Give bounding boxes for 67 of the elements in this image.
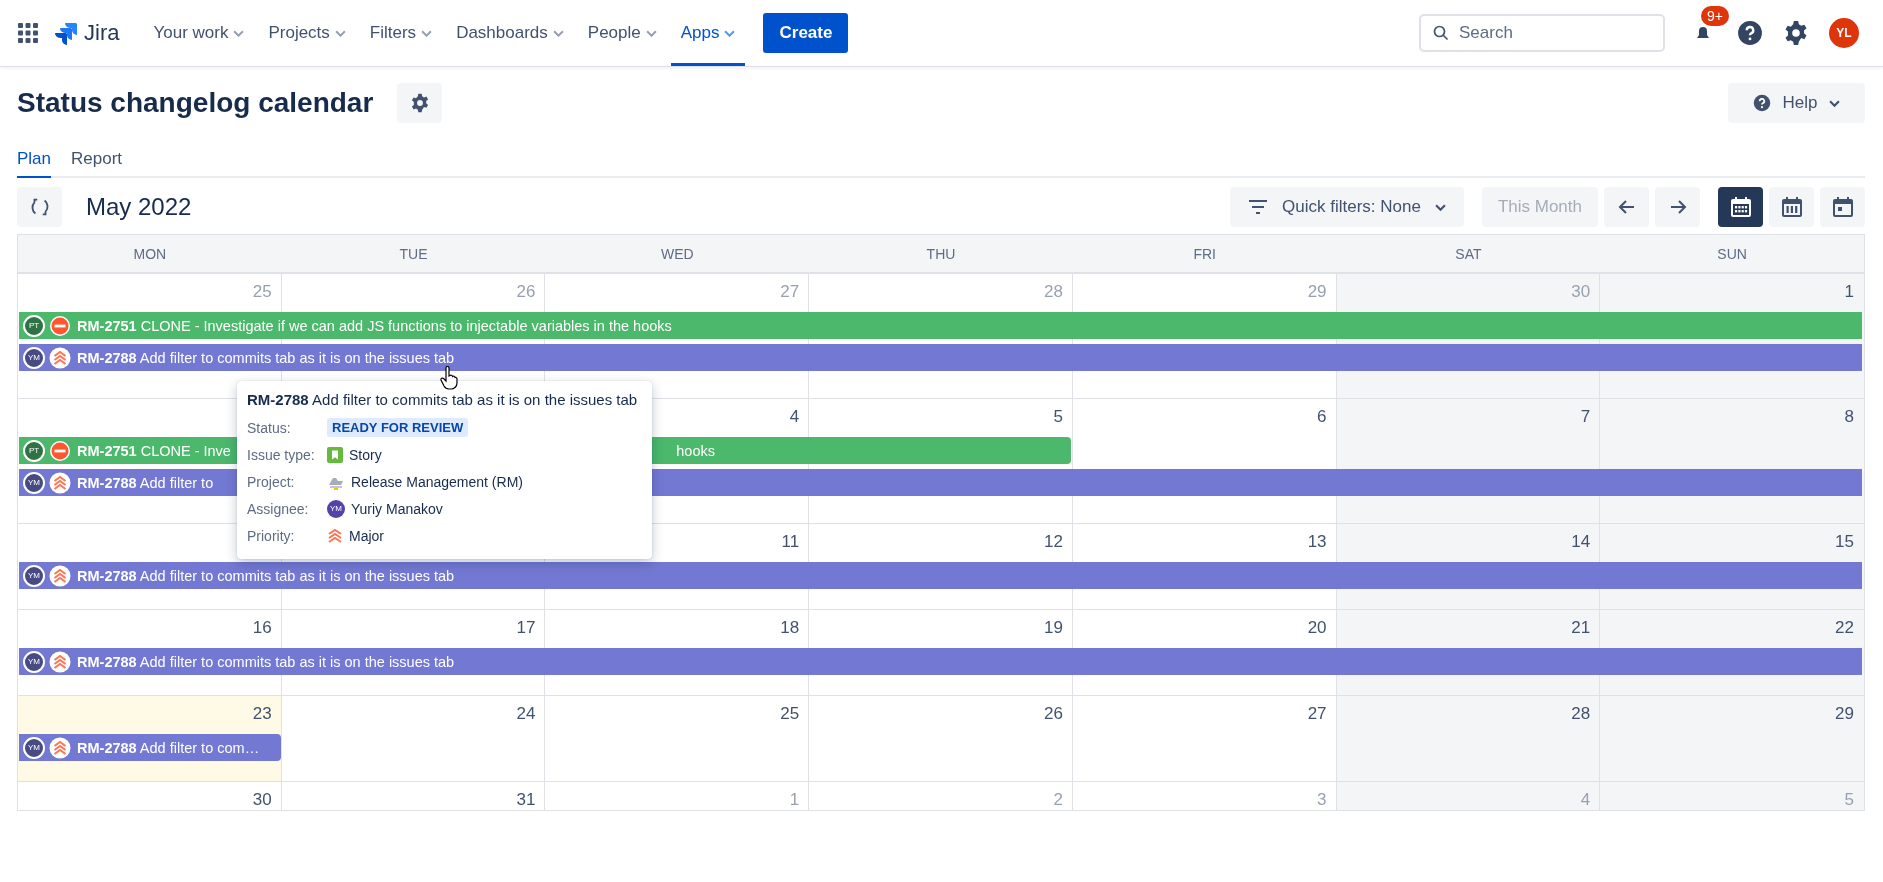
day-number: 1 xyxy=(1844,282,1854,302)
field-label: Assignee: xyxy=(247,500,310,517)
day-number: 11 xyxy=(781,532,800,552)
day-number: 4 xyxy=(1580,790,1591,810)
day-number: 28 xyxy=(1571,704,1591,724)
day-number: 29 xyxy=(1307,282,1327,302)
day-number: 7 xyxy=(1580,407,1591,427)
event-title: RM-2788 Add filter to commits tab as it is on the issues tab xyxy=(77,653,455,670)
page-title: Status changelog calendar xyxy=(17,87,374,119)
notification-badge: 9+ xyxy=(1701,6,1729,26)
day-number: 26 xyxy=(516,282,536,302)
event-title: RM-2751 CLONE - Inve xyxy=(77,442,231,459)
weekday-header: SAT xyxy=(1454,244,1483,264)
weekday-header: SUN xyxy=(1716,244,1748,264)
day-number: 22 xyxy=(1835,618,1854,638)
day-number: 20 xyxy=(1307,618,1327,638)
assignee-avatar: YM xyxy=(327,499,345,518)
day-number: 3 xyxy=(1317,790,1327,810)
day-number: 30 xyxy=(252,790,272,810)
day-number: 27 xyxy=(1307,704,1327,724)
day-number: 5 xyxy=(1053,407,1063,427)
day-number: 26 xyxy=(1043,704,1063,724)
day-number: 21 xyxy=(1571,618,1591,638)
day-number: 12 xyxy=(1043,532,1063,552)
event-title: RM-2788 Add filter to commits tab as it is on the issues tab xyxy=(77,349,455,366)
field-label: Priority: xyxy=(247,527,296,544)
day-number: 5 xyxy=(1844,790,1854,810)
status-lozenge: READY FOR REVIEW xyxy=(327,418,469,437)
day-number: 8 xyxy=(1844,407,1854,427)
field-value: Major xyxy=(349,527,384,544)
day-number: 24 xyxy=(516,704,536,724)
day-number: 27 xyxy=(780,282,800,302)
field-label: Issue type: xyxy=(247,446,316,463)
day-number: 25 xyxy=(252,282,272,302)
day-number: 2 xyxy=(1053,790,1063,810)
weekday-header: THU xyxy=(925,244,957,264)
field-label: Project: xyxy=(247,473,296,490)
tooltip-title: RM-2788 Add filter to commits tab as it is on the issues tab xyxy=(247,391,639,408)
day-number: 13 xyxy=(1307,532,1327,552)
weekday-header: WED xyxy=(659,244,695,264)
event-title: RM-2751 CLONE - Investigate if we can add JS functions to injectable variables in the hooks xyxy=(77,317,672,334)
day-number: 6 xyxy=(1317,407,1327,427)
event-title: RM-2788 Add filter to com… xyxy=(77,739,260,756)
day-number: 14 xyxy=(1571,532,1591,552)
weekday-header: FRI xyxy=(1192,244,1217,264)
day-number: 18 xyxy=(780,618,800,638)
event-title: hooks xyxy=(676,442,715,459)
field-value: Story xyxy=(349,446,382,463)
weekday-header: TUE xyxy=(398,244,429,264)
day-number: 29 xyxy=(1835,704,1854,724)
day-number: 15 xyxy=(1835,532,1854,552)
day-number: 1 xyxy=(789,790,800,810)
day-number: 30 xyxy=(1571,282,1591,302)
field-label: Status: xyxy=(247,419,292,436)
field-value: Release Management (RM) xyxy=(351,473,523,490)
weekday-header: MON xyxy=(132,244,168,264)
event-title: RM-2788 Add filter to commits tab as it is on the issues tab xyxy=(77,567,455,584)
event-title: RM-2788 Add filter to xyxy=(77,474,214,491)
field-value: Yuriy Manakov xyxy=(351,500,443,517)
day-number: 25 xyxy=(780,704,800,724)
month-label: May 2022 xyxy=(86,193,192,221)
day-number: 23 xyxy=(252,704,272,724)
day-number: 19 xyxy=(1043,618,1063,638)
day-number: 28 xyxy=(1043,282,1063,302)
day-number: 16 xyxy=(252,618,272,638)
day-number: 17 xyxy=(516,618,536,638)
day-number: 31 xyxy=(516,790,536,810)
